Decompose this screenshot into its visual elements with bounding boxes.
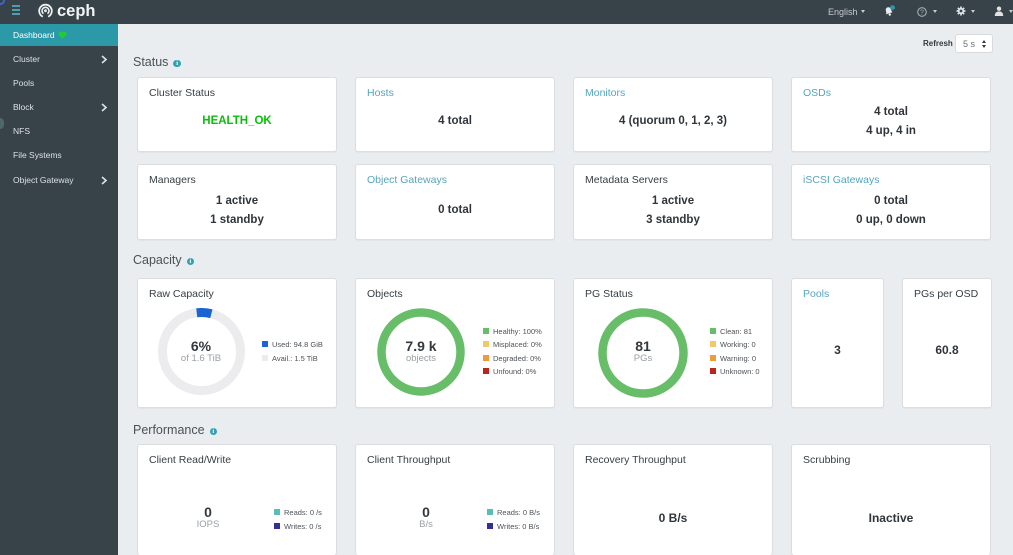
svg-text:?: ? — [920, 9, 924, 16]
